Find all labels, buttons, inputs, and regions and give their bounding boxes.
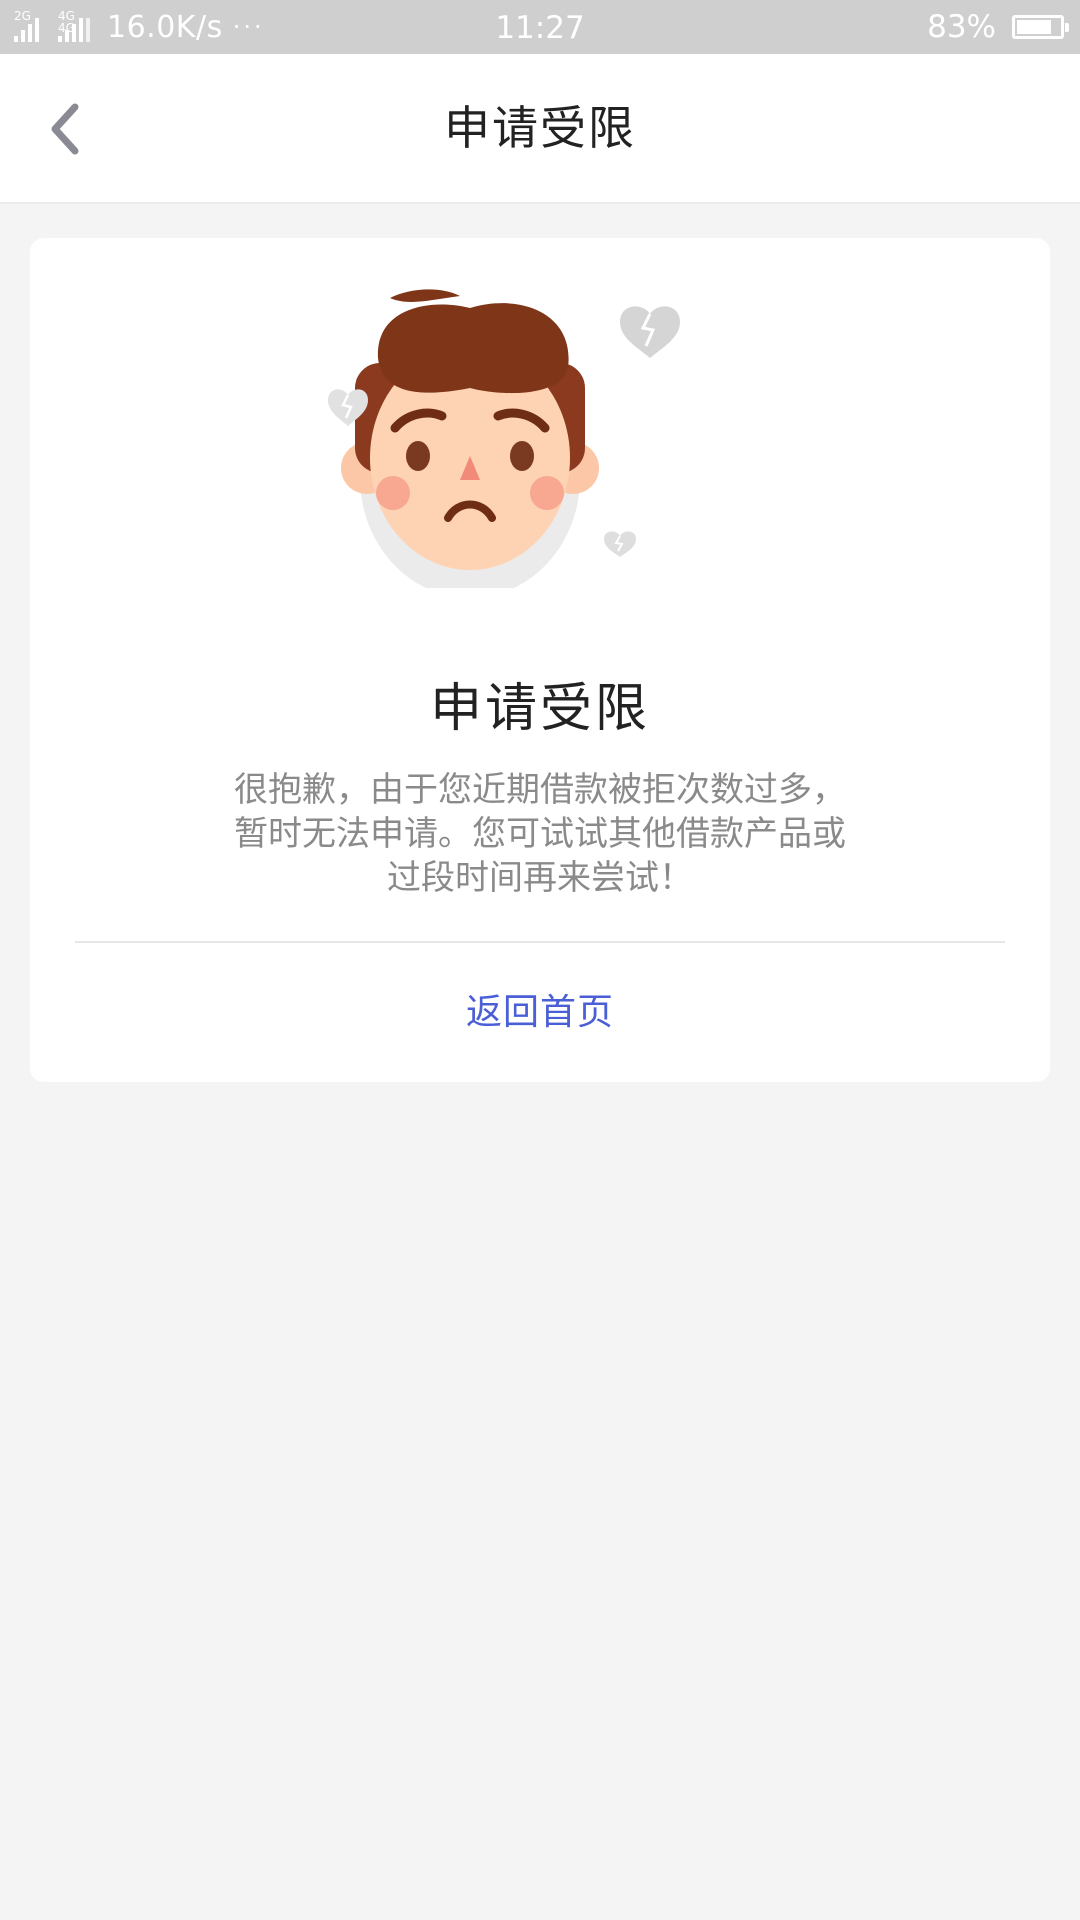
battery-level-fill [1017, 20, 1052, 34]
message-line-3: 过段时间再来尝试！ [387, 858, 693, 898]
status-right: 83% [927, 0, 1069, 54]
clock: 11:27 [495, 10, 585, 46]
return-home-button[interactable]: 返回首页 [30, 958, 1050, 1068]
result-heading: 申请受限 [429, 679, 650, 739]
divider [75, 941, 1005, 943]
message-line-1: 很抱歉，由于您近期借款被拒次数过多， [234, 770, 846, 810]
page-title: 申请受限 [444, 101, 636, 155]
broken-heart-icon [604, 531, 636, 557]
broken-heart-icon [620, 306, 680, 358]
battery-percent: 83% [927, 9, 996, 45]
battery-icon [1012, 15, 1069, 39]
status-bar: 2G 4G 4G 16.0K/s ··· 11:27 83% [0, 0, 1080, 54]
message-line-2: 暂时无法申请。您可试试其他借款产品或 [234, 814, 846, 854]
sad-face-illustration [328, 289, 680, 588]
result-message: 很抱歉，由于您近期借款被拒次数过多， 暂时无法申请。您可试试其他借款产品或 过段… [190, 768, 890, 900]
result-card: 申请受限 很抱歉，由于您近期借款被拒次数过多， 暂时无法申请。您可试试其他借款产… [30, 238, 1050, 1082]
nav-bar: 申请受限 [0, 54, 1080, 204]
